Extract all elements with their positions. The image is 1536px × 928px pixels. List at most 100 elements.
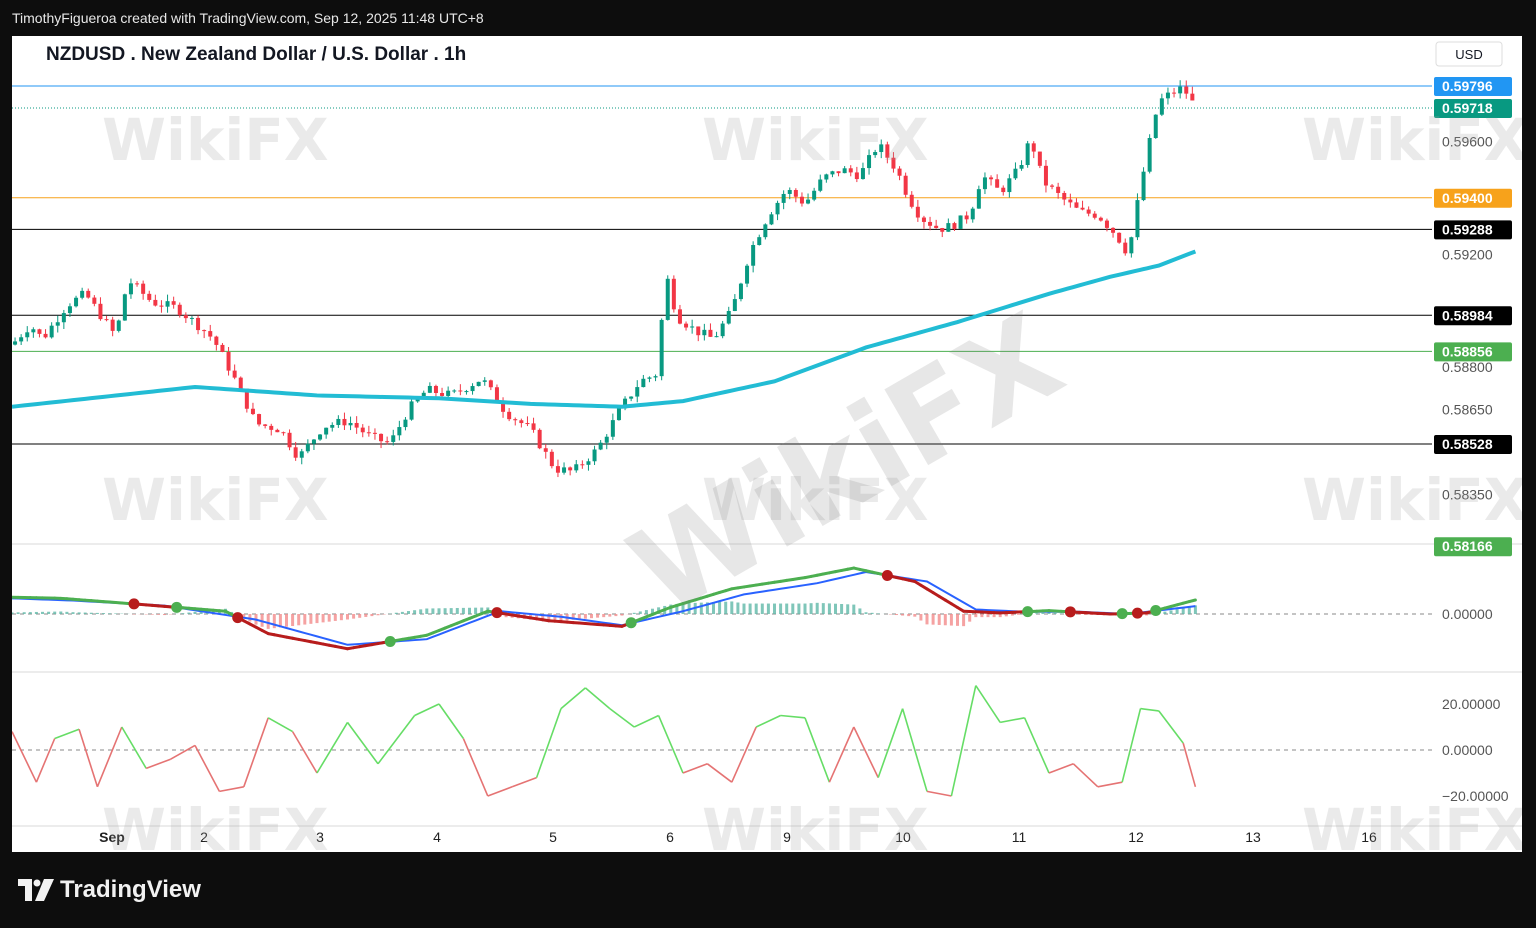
- candle-body[interactable]: [1056, 186, 1061, 193]
- candle-body[interactable]: [189, 317, 194, 319]
- macd-cross-dot[interactable]: [625, 617, 637, 629]
- candle-body[interactable]: [1019, 165, 1024, 169]
- candle-body[interactable]: [671, 278, 676, 310]
- candle-body[interactable]: [110, 319, 115, 331]
- candle-body[interactable]: [592, 449, 597, 462]
- candle-body[interactable]: [269, 425, 274, 430]
- candle-body[interactable]: [287, 432, 292, 448]
- candle-body[interactable]: [257, 414, 262, 425]
- macd-cross-dot[interactable]: [171, 601, 183, 613]
- candle-body[interactable]: [299, 451, 304, 458]
- candle-body[interactable]: [879, 144, 884, 153]
- candle-body[interactable]: [659, 319, 664, 377]
- candle-body[interactable]: [135, 283, 140, 285]
- candle-body[interactable]: [159, 305, 164, 307]
- candle-body[interactable]: [616, 408, 621, 421]
- candle-body[interactable]: [1043, 165, 1048, 186]
- candle-body[interactable]: [202, 330, 207, 332]
- candle-body[interactable]: [604, 436, 609, 443]
- candle-body[interactable]: [49, 325, 54, 338]
- candle-body[interactable]: [1092, 213, 1097, 218]
- candle-body[interactable]: [214, 336, 219, 345]
- candle-body[interactable]: [1104, 220, 1109, 228]
- candle-body[interactable]: [305, 443, 310, 452]
- candle-body[interactable]: [220, 344, 225, 352]
- candle-body[interactable]: [104, 319, 109, 321]
- candle-body[interactable]: [1135, 200, 1140, 238]
- candle-body[interactable]: [982, 177, 987, 190]
- candle-body[interactable]: [1123, 242, 1128, 254]
- candle-body[interactable]: [196, 317, 201, 331]
- candle-body[interactable]: [555, 466, 560, 473]
- candle-body[interactable]: [574, 464, 579, 471]
- candle-body[interactable]: [324, 427, 329, 435]
- candle-body[interactable]: [848, 168, 853, 173]
- candle-body[interactable]: [738, 283, 743, 300]
- candle-body[interactable]: [586, 461, 591, 465]
- candle-body[interactable]: [318, 434, 323, 440]
- candle-body[interactable]: [958, 215, 963, 229]
- candle-body[interactable]: [885, 144, 890, 158]
- macd-cross-dot[interactable]: [881, 569, 893, 581]
- candle-body[interactable]: [1190, 93, 1195, 101]
- candle-body[interactable]: [354, 422, 359, 428]
- candle-body[interactable]: [830, 171, 835, 175]
- macd-cross-dot[interactable]: [1022, 606, 1034, 618]
- candle-body[interactable]: [537, 429, 542, 449]
- candle-body[interactable]: [1111, 227, 1116, 233]
- candle-body[interactable]: [732, 299, 737, 312]
- candle-body[interactable]: [793, 189, 798, 197]
- candle-body[interactable]: [507, 411, 512, 420]
- candle-body[interactable]: [1159, 98, 1164, 115]
- macd-cross-dot[interactable]: [1116, 608, 1128, 620]
- candle-body[interactable]: [635, 387, 640, 397]
- candle-body[interactable]: [995, 179, 1000, 188]
- candle-body[interactable]: [263, 424, 268, 426]
- candle-body[interactable]: [708, 329, 713, 337]
- candle-body[interactable]: [61, 313, 66, 323]
- candle-body[interactable]: [1153, 114, 1158, 138]
- candle-body[interactable]: [476, 381, 481, 387]
- candle-body[interactable]: [1184, 86, 1189, 94]
- candle-body[interactable]: [281, 432, 286, 434]
- candle-body[interactable]: [842, 168, 847, 174]
- candle-body[interactable]: [763, 224, 768, 238]
- candle-body[interactable]: [970, 208, 975, 220]
- candle-body[interactable]: [141, 283, 146, 294]
- candle-body[interactable]: [641, 378, 646, 388]
- candle-body[interactable]: [385, 441, 390, 443]
- candle-body[interactable]: [769, 214, 774, 225]
- candle-body[interactable]: [568, 467, 573, 471]
- candle-body[interactable]: [915, 206, 920, 218]
- candle-body[interactable]: [513, 419, 518, 421]
- candle-body[interactable]: [610, 420, 615, 437]
- candle-body[interactable]: [1068, 199, 1073, 203]
- candle-body[interactable]: [147, 293, 152, 300]
- candle-body[interactable]: [1086, 209, 1091, 214]
- candle-body[interactable]: [1050, 185, 1055, 187]
- candle-body[interactable]: [940, 228, 945, 232]
- candle-body[interactable]: [433, 385, 438, 394]
- candle-body[interactable]: [696, 326, 701, 336]
- candle-body[interactable]: [684, 323, 689, 328]
- candle-body[interactable]: [372, 432, 377, 434]
- candle-body[interactable]: [952, 223, 957, 229]
- candle-body[interactable]: [488, 380, 493, 388]
- candle-body[interactable]: [1080, 207, 1085, 210]
- candle-body[interactable]: [1025, 143, 1030, 166]
- candle-body[interactable]: [311, 439, 316, 444]
- candle-body[interactable]: [647, 377, 652, 379]
- candle-body[interactable]: [208, 331, 213, 337]
- candle-body[interactable]: [1129, 237, 1134, 254]
- candle-body[interactable]: [976, 189, 981, 209]
- candle-body[interactable]: [275, 429, 280, 433]
- candle-body[interactable]: [1007, 178, 1012, 193]
- candle-body[interactable]: [13, 341, 18, 345]
- candle-body[interactable]: [336, 418, 341, 425]
- candle-body[interactable]: [934, 225, 939, 229]
- candle-body[interactable]: [391, 435, 396, 442]
- candle-body[interactable]: [806, 199, 811, 204]
- candle-body[interactable]: [464, 391, 469, 393]
- candle-body[interactable]: [98, 303, 103, 320]
- moving-average-line[interactable]: [12, 249, 1197, 409]
